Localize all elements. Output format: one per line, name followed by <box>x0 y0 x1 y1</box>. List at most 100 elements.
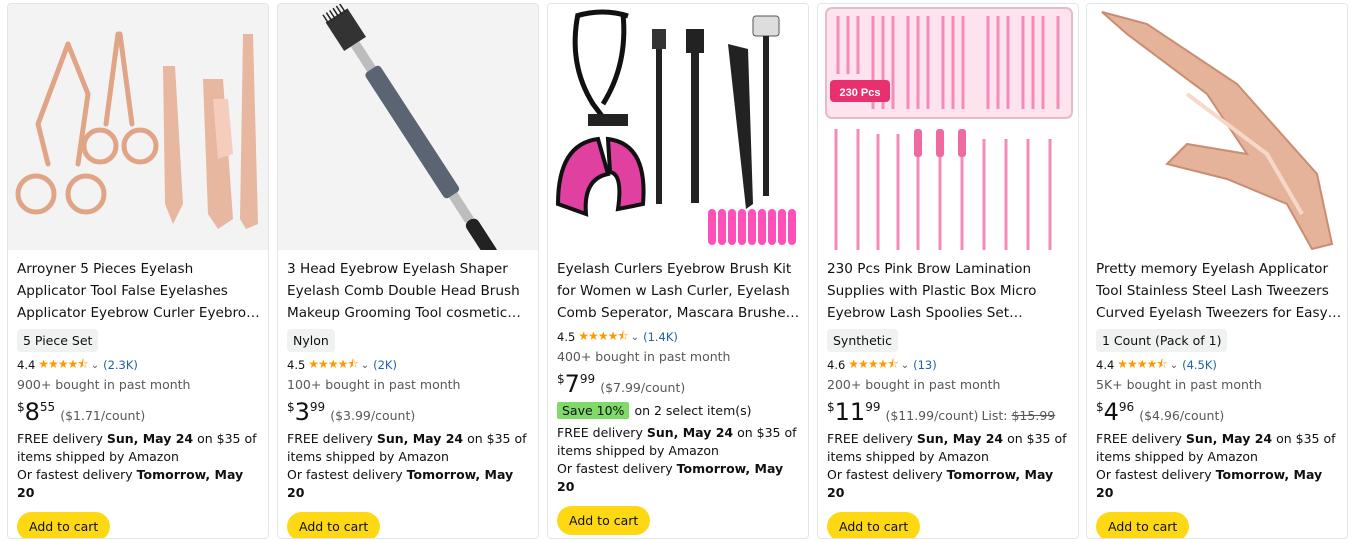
image-badge: 230 Pcs <box>840 87 881 99</box>
unit-price: ($3.99/count) <box>330 408 416 423</box>
product-title[interactable]: Eyelash Curlers Eyebrow Brush Kit for Wo… <box>557 258 803 324</box>
delivery-date: Sun, May 24 <box>646 425 734 440</box>
delivery-prefix: FREE delivery <box>287 431 377 446</box>
product-card[interactable]: Arroyner 5 Pieces Eyelash Applicator Too… <box>7 3 269 539</box>
bought-count: 200+ bought in past month <box>827 377 1001 392</box>
star-rating-icon: ★★★★⯪ <box>848 356 898 371</box>
star-rating-icon: ★★★★⯪ <box>1117 356 1167 371</box>
product-title[interactable]: Pretty memory Eyelash Applicator Tool St… <box>1096 258 1342 324</box>
save-text: on 2 select item(s) <box>634 402 752 418</box>
variant-pill[interactable]: 1 Count (Pack of 1) <box>1096 329 1228 352</box>
eyebrow-brush-image <box>278 4 538 250</box>
price-symbol: $ <box>827 400 835 414</box>
price-fraction: 99 <box>865 400 881 414</box>
chevron-down-icon[interactable]: ⌄ <box>1170 360 1178 371</box>
rating-row[interactable]: 4.5 ★★★★⯪ ⌄ (1.4K) <box>557 329 803 345</box>
rating-value: 4.6 <box>827 358 846 372</box>
delivery-info: FREE delivery Sun, May 24 on $35 of item… <box>557 424 803 496</box>
review-count-link[interactable]: (13) <box>913 358 937 372</box>
price-whole: 8 <box>24 398 40 426</box>
add-to-cart-button[interactable]: Add to cart <box>827 512 921 538</box>
rating-row[interactable]: 4.5 ★★★★⯪ ⌄ (2K) <box>287 357 533 373</box>
chevron-down-icon[interactable]: ⌄ <box>631 332 639 343</box>
review-count-link[interactable]: (2.3K) <box>103 358 138 372</box>
save-badge: Save 10% <box>557 401 630 419</box>
review-count-link[interactable]: (1.4K) <box>643 330 678 344</box>
delivery-date: Sun, May 24 <box>1185 431 1273 446</box>
rating-value: 4.5 <box>287 358 306 372</box>
chevron-down-icon[interactable]: ⌄ <box>91 360 99 371</box>
price-whole: 7 <box>564 370 580 398</box>
delivery-date: Sun, May 24 <box>376 431 464 446</box>
price[interactable]: $ 4 96 ($4.96/count) <box>1096 400 1342 426</box>
eyelash-tool-set-image <box>8 4 268 250</box>
unit-price: ($4.96/count) <box>1139 408 1225 423</box>
delivery-prefix: FREE delivery <box>17 431 107 446</box>
price[interactable]: $ 7 99 ($7.99/count) <box>557 372 803 398</box>
price-fraction: 96 <box>1118 400 1135 414</box>
review-count-link[interactable]: (2K) <box>373 358 397 372</box>
rating-value: 4.5 <box>557 330 576 344</box>
product-title[interactable]: 3 Head Eyebrow Eyelash Shaper Eyelash Co… <box>287 258 533 324</box>
product-title[interactable]: Arroyner 5 Pieces Eyelash Applicator Too… <box>17 258 263 324</box>
delivery-prefix: FREE delivery <box>1096 431 1186 446</box>
product-image[interactable] <box>548 4 808 250</box>
price-whole: 4 <box>1103 398 1119 426</box>
delivery-prefix: FREE delivery <box>827 431 917 446</box>
add-to-cart-button[interactable]: Add to cart <box>17 512 111 538</box>
bought-count: 5K+ bought in past month <box>1096 377 1262 392</box>
delivery-date: Sun, May 24 <box>916 431 1004 446</box>
bought-count: 900+ bought in past month <box>17 377 191 392</box>
list-label: List: <box>981 408 1012 423</box>
variant-pill[interactable]: Nylon <box>287 329 335 352</box>
star-rating-icon: ★★★★⯪ <box>308 356 358 371</box>
bought-count: 100+ bought in past month <box>287 377 461 392</box>
unit-price: ($1.71/count) <box>60 408 146 423</box>
fastest-prefix: Or fastest delivery <box>1096 467 1216 482</box>
coupon-row[interactable]: Save 10% on 2 select item(s) <box>557 400 803 420</box>
add-to-cart-button[interactable]: Add to cart <box>557 506 651 535</box>
list-price-value: $15.99 <box>1011 408 1056 423</box>
variant-pill[interactable]: Synthetic <box>827 329 899 352</box>
price-symbol: $ <box>1096 400 1104 414</box>
add-to-cart-button[interactable]: Add to cart <box>1096 512 1190 538</box>
rating-row[interactable]: 4.6 ★★★★⯪ ⌄ (13) <box>827 357 1073 373</box>
variant-pill[interactable]: 5 Piece Set <box>17 329 99 352</box>
price[interactable]: $ 3 99 ($3.99/count) <box>287 400 533 426</box>
price[interactable]: $ 11 99 ($11.99/count) List: $15.99 <box>827 400 1073 426</box>
product-card[interactable]: Eyelash Curlers Eyebrow Brush Kit for Wo… <box>547 3 809 539</box>
product-grid: Arroyner 5 Pieces Eyelash Applicator Too… <box>7 3 1353 539</box>
product-image[interactable] <box>1087 4 1347 250</box>
pink-spoolies-set-image: 230 Pcs <box>818 4 1078 250</box>
product-image[interactable] <box>8 4 268 250</box>
price-fraction: 55 <box>39 400 56 414</box>
price[interactable]: $ 8 55 ($1.71/count) <box>17 400 263 426</box>
chevron-down-icon[interactable]: ⌄ <box>361 360 369 371</box>
lash-tweezers-image <box>1087 4 1347 250</box>
price-symbol: $ <box>17 400 25 414</box>
rating-row[interactable]: 4.4 ★★★★⯪ ⌄ (2.3K) <box>17 357 263 373</box>
product-card[interactable]: 230 Pcs 230 Pcs Pink Brow Lamination Sup… <box>817 3 1079 539</box>
fastest-prefix: Or fastest delivery <box>827 467 947 482</box>
add-to-cart-button[interactable]: Add to cart <box>287 512 381 538</box>
product-card[interactable]: 3 Head Eyebrow Eyelash Shaper Eyelash Co… <box>277 3 539 539</box>
product-image[interactable] <box>278 4 538 250</box>
product-card[interactable]: Pretty memory Eyelash Applicator Tool St… <box>1086 3 1348 539</box>
review-count-link[interactable]: (4.5K) <box>1182 358 1217 372</box>
star-rating-icon: ★★★★⯪ <box>578 328 628 343</box>
product-title[interactable]: 230 Pcs Pink Brow Lamination Supplies wi… <box>827 258 1073 324</box>
eyelash-curler-kit-image <box>548 4 808 250</box>
rating-row[interactable]: 4.4 ★★★★⯪ ⌄ (4.5K) <box>1096 357 1342 373</box>
delivery-date: Sun, May 24 <box>106 431 194 446</box>
delivery-prefix: FREE delivery <box>557 425 647 440</box>
product-image[interactable]: 230 Pcs <box>818 4 1078 250</box>
delivery-info: FREE delivery Sun, May 24 on $35 of item… <box>1096 430 1342 502</box>
chevron-down-icon[interactable]: ⌄ <box>901 360 909 371</box>
delivery-info: FREE delivery Sun, May 24 on $35 of item… <box>827 430 1073 502</box>
price-whole: 11 <box>834 398 866 426</box>
rating-value: 4.4 <box>17 358 36 372</box>
fastest-prefix: Or fastest delivery <box>17 467 137 482</box>
price-symbol: $ <box>287 400 295 414</box>
price-fraction: 99 <box>309 400 326 414</box>
fastest-prefix: Or fastest delivery <box>557 461 677 476</box>
